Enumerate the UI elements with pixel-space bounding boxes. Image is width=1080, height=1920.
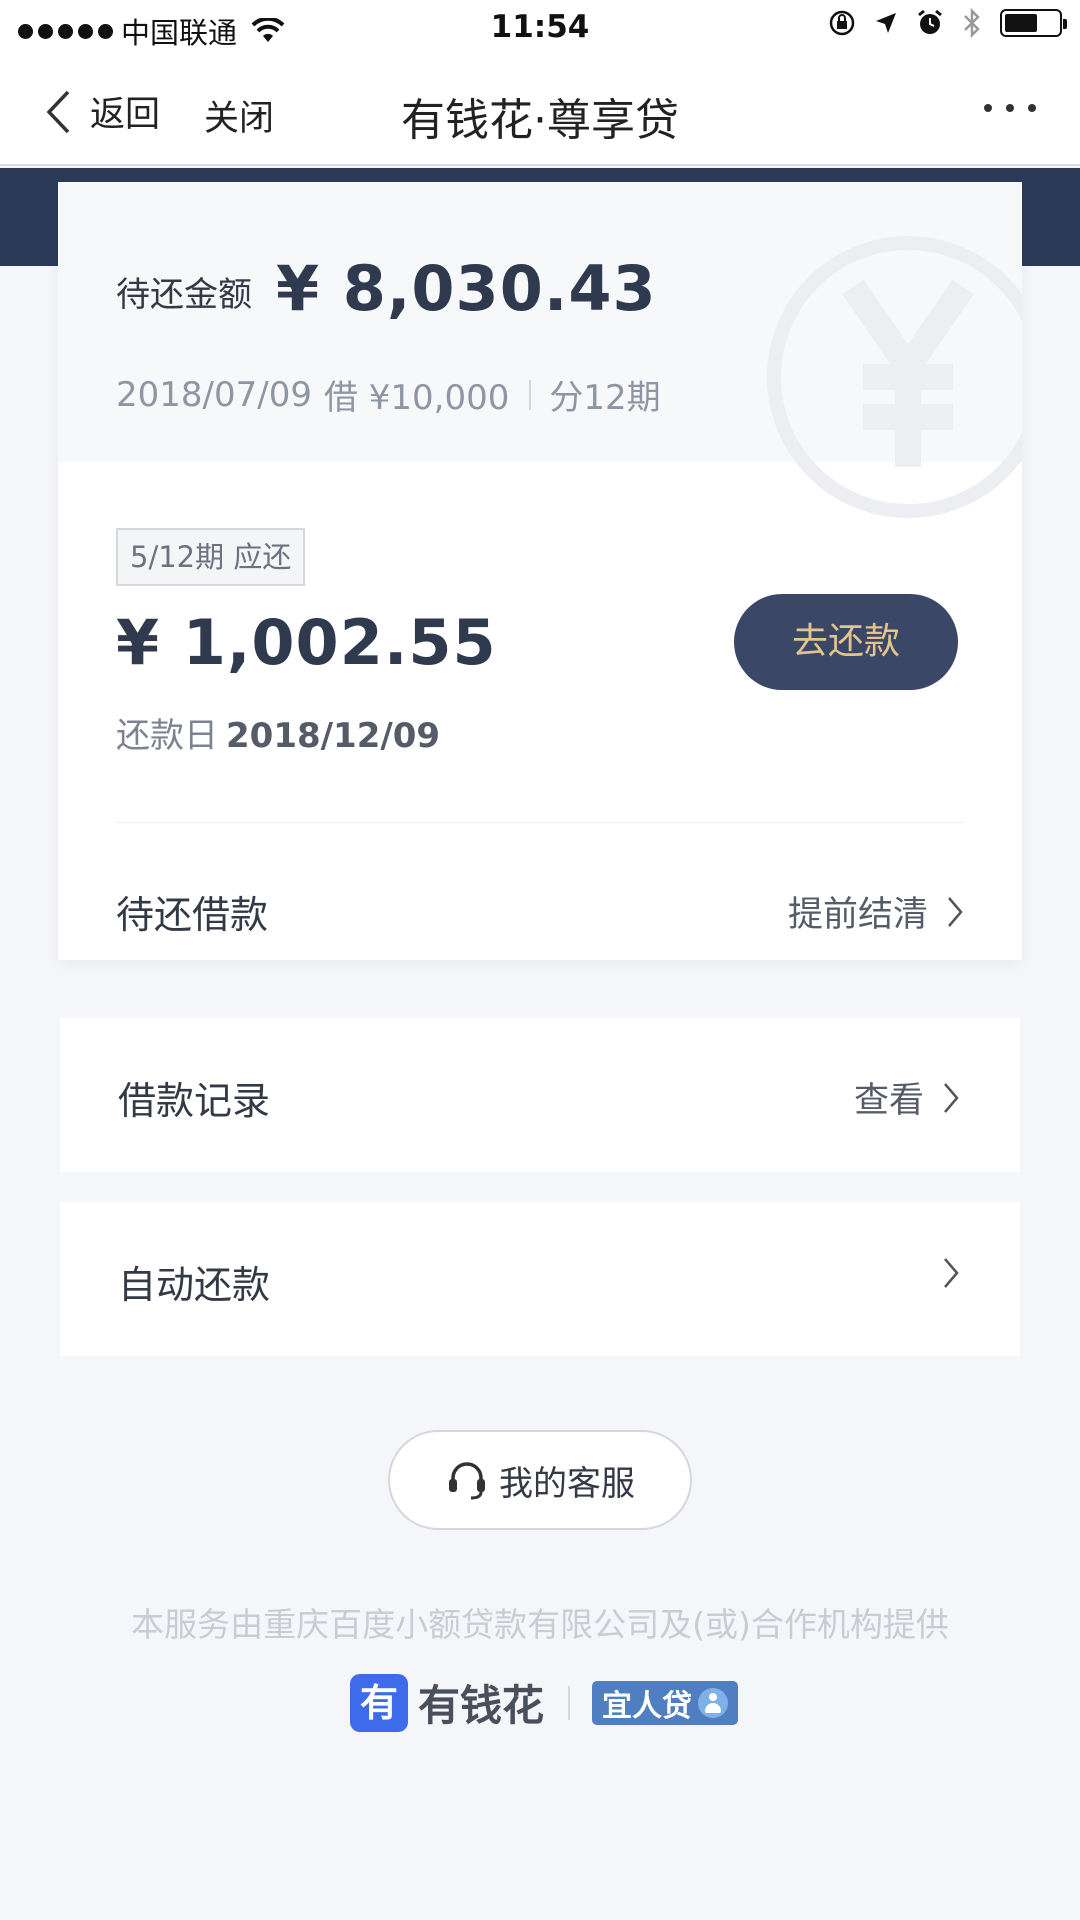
loan-records-row[interactable]: 借款记录 查看 xyxy=(60,1018,1020,1172)
period-tag: 5/12期 应还 xyxy=(116,528,306,586)
loan-info: 2018/07/09 借 ¥10,000 分12期 xyxy=(116,370,661,419)
auto-repay-label: 自动还款 xyxy=(118,1263,271,1307)
chevron-right-icon xyxy=(944,1082,959,1113)
battery-level xyxy=(1005,14,1037,32)
divider xyxy=(568,1685,571,1720)
back-button[interactable]: 返回 xyxy=(44,86,160,137)
auto-repay-row[interactable]: 自动还款 xyxy=(60,1202,1020,1356)
nav-bar: 返回 关闭 有钱花·尊享贷 xyxy=(0,56,1080,166)
chevron-right-icon xyxy=(948,896,963,927)
repay-date-value: 2018/12/09 xyxy=(226,716,441,756)
repay-date-label: 还款日 xyxy=(116,716,218,756)
brand-name: 有钱花 xyxy=(418,1681,545,1730)
repay-date: 还款日 2018/12/09 xyxy=(116,708,440,757)
bluetooth-icon xyxy=(964,8,980,38)
status-bar-right xyxy=(828,8,1067,38)
partner-logo: 宜人贷 xyxy=(592,1680,739,1725)
early-payoff-link[interactable]: 提前结清 xyxy=(788,886,964,937)
partner-name: 宜人贷 xyxy=(602,1688,693,1724)
customer-service-button[interactable]: 我的客服 xyxy=(388,1430,692,1530)
page-title: 有钱花·尊享贷 xyxy=(401,95,679,146)
loan-summary: 待还金额 ¥ 8,030.43 2018/07/09 借 ¥10,000 分12… xyxy=(58,182,1022,518)
status-bar: 中国联通 11:54 xyxy=(0,0,1080,56)
brand-logo: 有 xyxy=(350,1673,408,1732)
footer-note: 本服务由重庆百度小额贷款有限公司及(或)合作机构提供 xyxy=(131,1605,949,1644)
battery-icon xyxy=(1000,9,1067,37)
chevron-left-icon xyxy=(46,90,70,133)
loan-records-label: 借款记录 xyxy=(118,1079,271,1123)
chevron-right-icon xyxy=(944,1258,959,1288)
loan-amount: 借 ¥10,000 xyxy=(323,378,510,418)
headset-icon xyxy=(449,1462,485,1500)
alarm-icon xyxy=(918,9,942,34)
brand-row: 有 有钱花 宜人贷 xyxy=(350,1672,739,1733)
customer-service-label: 我的客服 xyxy=(499,1463,635,1504)
pending-loan-label: 待还借款 xyxy=(116,893,269,937)
loan-date: 2018/07/09 xyxy=(116,374,312,415)
yuan-watermark-icon xyxy=(767,236,1022,518)
period-amount: ¥ 1,002.55 xyxy=(116,606,497,679)
auto-repay-arrow[interactable] xyxy=(924,1256,960,1290)
view-label: 查看 xyxy=(853,1081,924,1121)
view-records-link[interactable]: 查看 xyxy=(854,1072,960,1123)
loan-card: 待还金额 ¥ 8,030.43 2018/07/09 借 ¥10,000 分12… xyxy=(58,182,1022,960)
more-options-icon[interactable] xyxy=(984,104,1036,112)
divider xyxy=(116,822,964,823)
repay-button[interactable]: 去还款 xyxy=(734,594,958,690)
early-payoff-label: 提前结清 xyxy=(787,895,928,935)
rotation-lock-icon xyxy=(829,10,855,36)
due-amount-label: 待还金额 xyxy=(116,275,252,315)
divider xyxy=(529,379,532,410)
close-button[interactable]: 关闭 xyxy=(204,90,274,141)
due-amount: ¥ 8,030.43 xyxy=(276,252,657,325)
back-label: 返回 xyxy=(90,95,161,135)
installment-count: 分12期 xyxy=(549,378,661,418)
partner-mark-icon xyxy=(698,1687,729,1718)
location-arrow-icon xyxy=(876,13,896,33)
